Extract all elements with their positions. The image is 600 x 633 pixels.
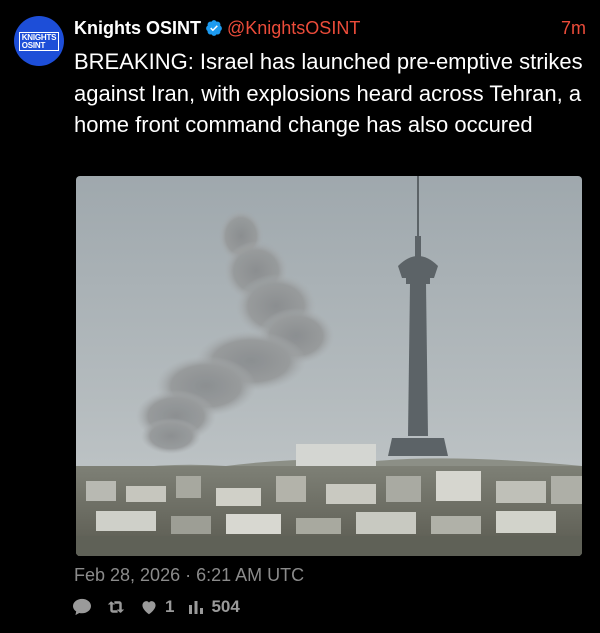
verified-badge-icon: [206, 20, 222, 36]
like-button[interactable]: 1: [140, 597, 174, 617]
heart-icon: [142, 601, 156, 615]
views-button[interactable]: 504: [188, 597, 240, 617]
view-count: 504: [211, 597, 240, 616]
knights-osint-logo: KNIGHTS OSINT: [18, 31, 60, 51]
tweet-text: BREAKING: Israel has launched pre-emptiv…: [74, 49, 594, 137]
like-count: 1: [165, 597, 175, 616]
repost-arrows-icon: [107, 601, 125, 613]
tweet-header: Knights OSINT @KnightsOSINT 7m: [74, 15, 586, 41]
action-bar: 1 504: [72, 596, 254, 618]
avatar[interactable]: KNIGHTS OSINT: [14, 16, 64, 66]
tweet-card: KNIGHTS OSINT Knights OSINT @KnightsOSIN…: [0, 0, 600, 633]
tweet-image[interactable]: [76, 176, 582, 556]
reply-button[interactable]: [72, 598, 92, 616]
author-handle[interactable]: @KnightsOSINT: [227, 18, 360, 39]
speech-bubble-icon: [73, 598, 91, 616]
post-timestamp[interactable]: Feb 28, 2026 · 6:21 AM UTC: [74, 565, 304, 586]
repost-button[interactable]: [106, 598, 126, 616]
author-name[interactable]: Knights OSINT: [74, 18, 201, 39]
bar-chart-icon: [189, 601, 204, 614]
tehran-skyline-photo: [76, 176, 582, 556]
relative-time[interactable]: 7m: [561, 18, 586, 39]
